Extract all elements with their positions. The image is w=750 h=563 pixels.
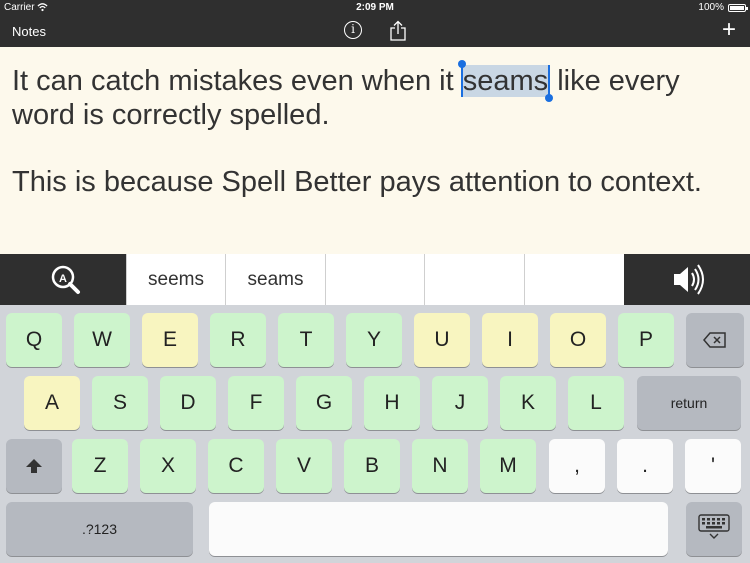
paragraph-1: It can catch mistakes even when it seams… (12, 60, 732, 132)
magnifier-icon[interactable]: A (0, 254, 126, 305)
suggestion-1[interactable]: seems (126, 254, 225, 305)
key-m[interactable]: M (480, 439, 536, 493)
svg-text:A: A (59, 273, 67, 285)
key-u[interactable]: U (414, 313, 470, 367)
key-o[interactable]: O (550, 313, 606, 367)
key-s[interactable]: S (92, 376, 148, 430)
selection-start-handle[interactable] (460, 65, 463, 97)
suggestion-5[interactable] (524, 254, 624, 305)
selection-end-handle[interactable] (548, 65, 551, 97)
note-editor[interactable]: It can catch mistakes even when it seams… (0, 47, 750, 254)
key-p[interactable]: P (618, 313, 674, 367)
key-d[interactable]: D (160, 376, 216, 430)
key-apostrophe[interactable]: ' (685, 439, 741, 493)
shift-icon[interactable] (6, 439, 62, 493)
numbers-button[interactable]: .?123 (6, 502, 193, 556)
key-h[interactable]: H (364, 376, 420, 430)
suggestion-3[interactable] (325, 254, 424, 305)
selected-word[interactable]: seams (457, 60, 554, 102)
suggestion-bar: A seems seams (0, 254, 750, 305)
key-i[interactable]: I (482, 313, 538, 367)
key-f[interactable]: F (228, 376, 284, 430)
selection-start-knob[interactable] (457, 60, 466, 68)
suggestion-4[interactable] (424, 254, 524, 305)
battery-icon (728, 4, 748, 12)
share-icon[interactable] (389, 20, 407, 42)
keyboard: Q W E R T Y U I O P A S D F G H J K L re… (0, 305, 750, 563)
info-icon[interactable]: i (344, 21, 362, 39)
key-k[interactable]: K (500, 376, 556, 430)
key-y[interactable]: Y (346, 313, 402, 367)
key-g[interactable]: G (296, 376, 352, 430)
text-before-selection: It can catch mistakes even when it (12, 65, 462, 97)
suggestion-2[interactable]: seams (225, 254, 325, 305)
selected-word-text: seams (462, 65, 549, 97)
status-bar: Carrier 2:09 PM 100% (0, 0, 750, 16)
key-c[interactable]: C (208, 439, 264, 493)
nav-bar: Notes i + (0, 16, 750, 47)
key-n[interactable]: N (412, 439, 468, 493)
plus-icon[interactable]: + (722, 17, 736, 43)
key-a[interactable]: A (24, 376, 80, 430)
speaker-icon[interactable] (624, 254, 750, 305)
notes-button[interactable]: Notes (12, 24, 46, 39)
return-button[interactable]: return (637, 376, 741, 430)
backspace-icon[interactable] (686, 313, 744, 367)
battery-percentage: 100% (698, 2, 724, 13)
key-q[interactable]: Q (6, 313, 62, 367)
keyboard-hide-icon[interactable] (686, 502, 742, 556)
clock: 2:09 PM (356, 2, 394, 13)
key-r[interactable]: R (210, 313, 266, 367)
key-x[interactable]: X (140, 439, 196, 493)
key-b[interactable]: B (344, 439, 400, 493)
key-period[interactable]: . (617, 439, 673, 493)
space-bar[interactable] (209, 502, 668, 556)
key-v[interactable]: V (276, 439, 332, 493)
key-t[interactable]: T (278, 313, 334, 367)
key-comma[interactable]: , (549, 439, 605, 493)
key-z[interactable]: Z (72, 439, 128, 493)
key-l[interactable]: L (568, 376, 624, 430)
selection-end-knob[interactable] (545, 94, 554, 102)
key-e[interactable]: E (142, 313, 198, 367)
key-w[interactable]: W (74, 313, 130, 367)
paragraph-2: This is because Spell Better pays attent… (12, 166, 702, 198)
key-j[interactable]: J (432, 376, 488, 430)
